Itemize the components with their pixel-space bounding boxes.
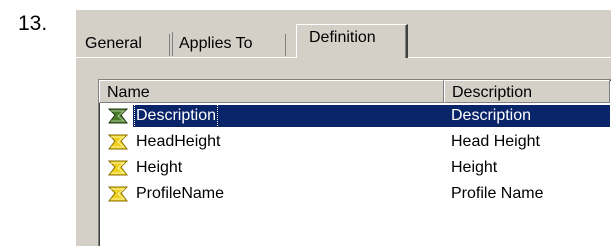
parameter-list[interactable]: Name Description Description Description bbox=[98, 79, 611, 246]
list-row-profilename[interactable]: ProfileName Profile Name bbox=[99, 181, 610, 207]
tab-separator bbox=[285, 34, 286, 56]
row-description: Profile Name bbox=[451, 185, 544, 202]
step-number: 13. bbox=[18, 12, 48, 35]
column-header-description[interactable]: Description bbox=[444, 80, 610, 103]
row-description: Description bbox=[451, 107, 532, 124]
list-header: Name Description bbox=[99, 80, 610, 103]
properties-dialog: General Applies To Definition Name Descr… bbox=[76, 10, 611, 246]
parameter-icon bbox=[107, 186, 129, 202]
parameter-icon bbox=[107, 160, 129, 176]
row-name: HeadHeight bbox=[136, 133, 221, 150]
row-name: ProfileName bbox=[136, 185, 225, 202]
row-description: Head Height bbox=[451, 133, 540, 150]
row-name: Height bbox=[136, 159, 183, 176]
tab-definition[interactable]: Definition bbox=[296, 24, 408, 58]
tab-general[interactable]: General bbox=[84, 32, 170, 56]
list-row-height[interactable]: Height Height bbox=[99, 155, 610, 181]
parameter-icon bbox=[107, 108, 129, 124]
row-description: Height bbox=[451, 159, 498, 176]
list-row-headheight[interactable]: HeadHeight Head Height bbox=[99, 129, 610, 155]
screenshot-stage: 13. General Applies To Definition Name D… bbox=[0, 0, 611, 246]
tab-separator bbox=[169, 34, 170, 56]
tab-strip: General Applies To Definition bbox=[76, 10, 611, 60]
column-header-name[interactable]: Name bbox=[99, 80, 444, 103]
list-row-description[interactable]: Description Description bbox=[99, 103, 610, 129]
tab-applies-to[interactable]: Applies To bbox=[172, 32, 285, 56]
parameter-icon bbox=[107, 134, 129, 150]
row-name: Description bbox=[133, 103, 219, 129]
